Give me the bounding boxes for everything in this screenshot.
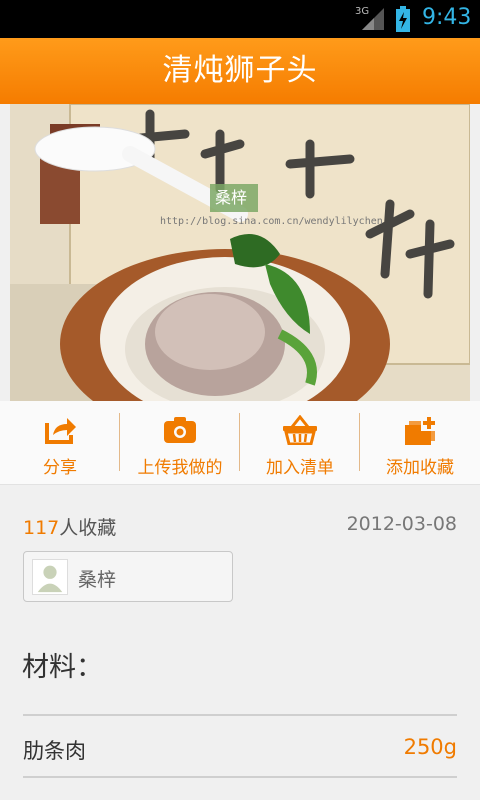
- author-name: 桑梓: [78, 569, 117, 591]
- recipe-photo[interactable]: 桑梓 http://blog.sina.com.cn/wendylilychen: [10, 104, 470, 401]
- ingredients-title: 材料：: [22, 652, 103, 683]
- action-bar: 分享 上传我做的 加入清单 添加收藏: [0, 401, 480, 485]
- add-to-list-button[interactable]: 加入清单: [240, 401, 360, 485]
- add-favorite-icon: [405, 415, 437, 445]
- favorites-count: 117人收藏: [23, 513, 116, 540]
- recipe-photo-illustration: 桑梓 http://blog.sina.com.cn/wendylilychen: [10, 104, 470, 401]
- favorites-suffix: 人收藏: [59, 517, 117, 539]
- favorites-number: 117: [23, 517, 60, 539]
- page-title: 清炖狮子头: [162, 53, 318, 88]
- basket-icon: [283, 415, 317, 445]
- divider: [23, 714, 457, 716]
- signal-icon: [362, 8, 384, 30]
- battery-charging-icon: [396, 6, 410, 32]
- publish-date: 2012-03-08: [346, 513, 457, 535]
- ingredient-amount: 250g: [403, 735, 457, 759]
- watermark-url: http://blog.sina.com.cn/wendylilychen: [160, 216, 383, 227]
- share-icon: [45, 418, 76, 444]
- add-favorite-label: 添加收藏: [386, 458, 454, 478]
- share-button[interactable]: 分享: [0, 401, 120, 485]
- watermark-name: 桑梓: [215, 188, 247, 207]
- recipe-info: 117人收藏 2012-03-08 桑梓 材料： 肋条肉 250g: [0, 485, 480, 800]
- upload-mine-button[interactable]: 上传我做的: [120, 401, 240, 485]
- divider: [23, 776, 457, 778]
- add-favorite-button[interactable]: 添加收藏: [360, 401, 480, 485]
- title-bar: 清炖狮子头: [0, 38, 480, 104]
- clock: 9:43: [422, 5, 472, 30]
- camera-icon: [164, 417, 196, 443]
- share-label: 分享: [43, 458, 77, 478]
- upload-mine-label: 上传我做的: [137, 458, 223, 478]
- status-bar: 3G 9:43: [0, 0, 480, 38]
- add-to-list-label: 加入清单: [266, 458, 334, 478]
- avatar-icon: [32, 559, 68, 595]
- author-button[interactable]: 桑梓: [23, 551, 233, 602]
- ingredient-name: 肋条肉: [23, 739, 86, 763]
